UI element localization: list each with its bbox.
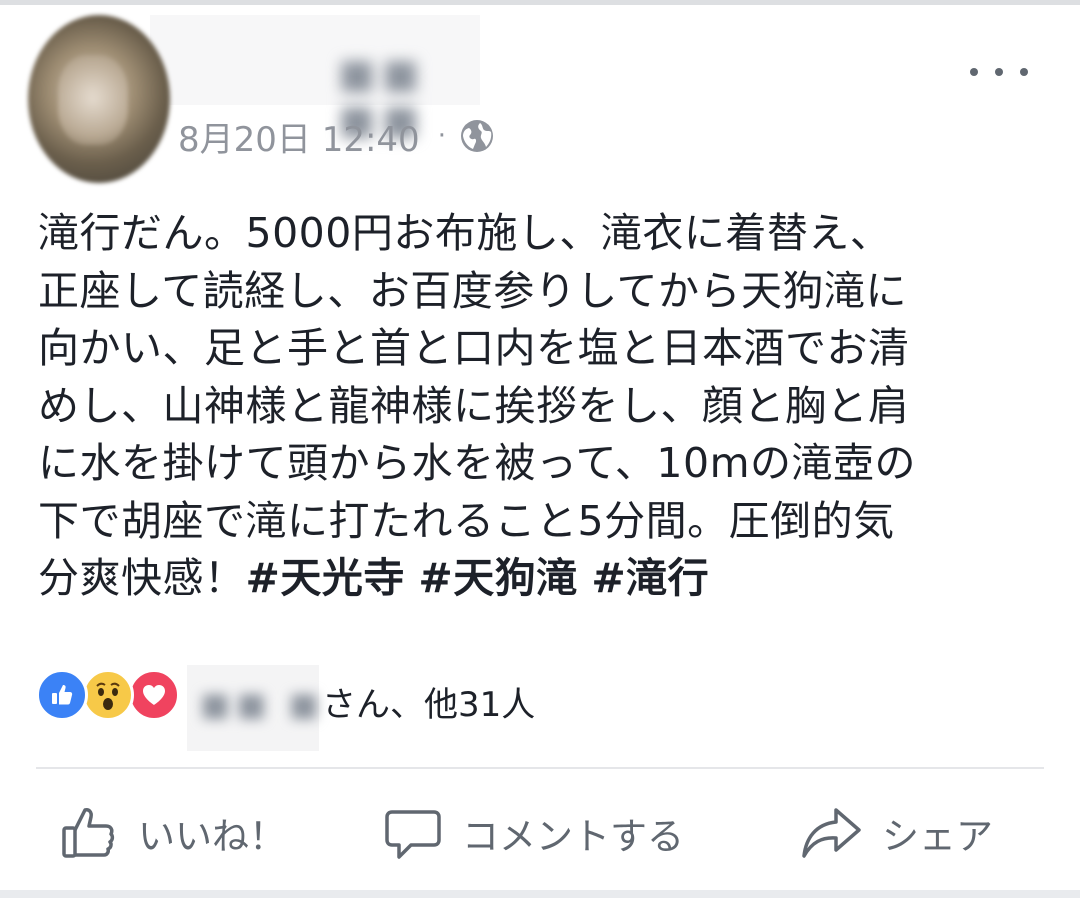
author-name-area[interactable]: ■■ ■■ (150, 15, 480, 143)
reaction-icons[interactable] (36, 665, 180, 725)
more-dot (995, 68, 1003, 76)
reaction-summary[interactable]: さん、他31人 (322, 677, 535, 726)
thumbs-up-icon (62, 808, 115, 858)
post-text-line: 向かい、足と手と首と口内を塩と日本酒でお清 (38, 324, 910, 372)
comment-bubble-icon (385, 810, 441, 859)
post-text-line: 滝行だん。5000円お布施し、滝衣に着替え、 (38, 209, 892, 257)
avatar[interactable] (28, 15, 170, 183)
more-dot (970, 68, 978, 76)
post-text-last-line: 分爽快感！#天光寺 #天狗滝 #滝行 (38, 550, 1048, 608)
hashtag-link[interactable]: #滝行 (591, 554, 709, 602)
post-date[interactable]: 8月20日 12:40 (178, 112, 420, 161)
comment-label: コメントする (462, 815, 684, 858)
post-card: ■■ ■■ 8月20日 12:40 · 滝行だん。5000円お布施し、滝衣に着替… (0, 5, 1080, 890)
post-text-line: 分爽快感！ (38, 554, 246, 602)
bottom-border (0, 890, 1080, 898)
post-text-line: に水を掛けて頭から水を被って、10mの滝壺の (38, 439, 917, 487)
like-button[interactable]: いいね！ (60, 801, 286, 865)
hashtag-link[interactable]: #天光寺 (246, 554, 405, 602)
comment-button[interactable]: コメントする (384, 801, 684, 865)
more-dot (1020, 68, 1028, 76)
more-options-icon[interactable] (970, 57, 1028, 87)
like-reaction-icon (36, 669, 88, 721)
share-label: シェア (882, 815, 993, 858)
like-label: いいね！ (138, 815, 286, 858)
post-text-line: めし、山神様と龍神様に挨拶をし、顔と胸と肩 (38, 381, 910, 430)
love-reaction-icon (128, 669, 180, 721)
post-meta: 8月20日 12:40 · (178, 112, 494, 161)
post-text-line: 正座して読経し、お百度参りしてから天狗滝に (38, 266, 908, 315)
share-arrow-icon (802, 808, 861, 858)
wow-reaction-icon (82, 669, 134, 721)
reactor-name[interactable]: ■■ ■ (200, 685, 325, 723)
divider (36, 767, 1044, 769)
hashtag-link[interactable]: #天狗滝 (418, 554, 577, 602)
post-body: 滝行だん。5000円お布施し、滝衣に着替え、 正座して読経し、お百度参りしてから… (38, 205, 1048, 608)
globe-icon[interactable] (460, 119, 494, 153)
post-text-line: 下で胡座で滝に打たれること5分間。圧倒的気 (38, 496, 895, 545)
share-button[interactable]: シェア (800, 801, 993, 865)
meta-separator: · (437, 121, 446, 151)
